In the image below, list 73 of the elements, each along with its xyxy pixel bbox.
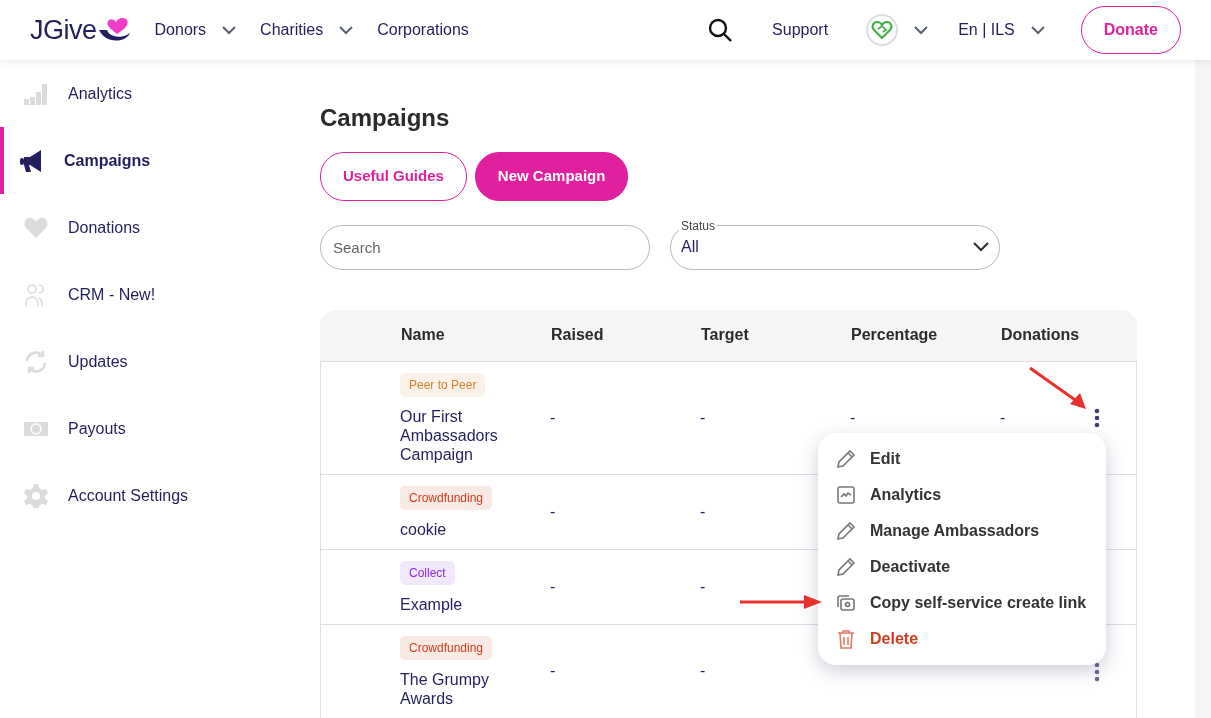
sidebar-label: Account Settings	[68, 485, 189, 506]
guides-button[interactable]: Useful Guides	[320, 152, 467, 201]
menu-item[interactable]: Delete	[818, 620, 1106, 657]
sidebar-label: Updates	[68, 351, 128, 372]
table-cell: -	[550, 408, 556, 426]
sidebar-label: Analytics	[68, 83, 133, 104]
chevron-down-icon	[339, 25, 354, 35]
page-title: Campaigns	[320, 103, 451, 133]
sidebar-label: Campaigns	[64, 150, 151, 171]
table-cell: -	[550, 577, 556, 595]
sidebar-label: CRM - New!	[68, 284, 156, 305]
gear-icon	[24, 483, 48, 508]
new-campaign-button[interactable]: New Campaign	[474, 152, 629, 201]
menu-item[interactable]: Deactivate	[818, 548, 1106, 585]
heart-icon	[24, 215, 48, 240]
column-header: Donations	[1001, 326, 1080, 343]
campaign-type-tag: Peer to Peer	[400, 372, 486, 397]
pencil-icon	[836, 448, 856, 469]
more-options-icon[interactable]	[1094, 408, 1100, 429]
menu-item[interactable]: Copy self-service create link	[818, 584, 1106, 621]
chevron-down-icon	[914, 25, 929, 35]
campaign-type-tag: Collect	[400, 560, 455, 585]
menu-item[interactable]: Analytics	[818, 476, 1106, 513]
sidebar-item[interactable]: Payouts	[0, 395, 260, 462]
search-icon[interactable]	[708, 18, 733, 42]
chart-icon	[836, 484, 856, 505]
donate-button[interactable]: Donate	[1080, 6, 1181, 54]
support-link[interactable]: Support	[772, 18, 829, 42]
language-currency-selector[interactable]: En | ILS	[958, 18, 1015, 42]
refresh-icon	[24, 349, 48, 374]
logo-text[interactable]: JGive	[30, 9, 97, 51]
campaign-name[interactable]: Our First Ambassadors Campaign	[400, 406, 520, 464]
campaign-name[interactable]: Example	[400, 594, 520, 614]
table-cell: -	[550, 662, 556, 679]
campaign-name[interactable]: The Grumpy Awards	[400, 669, 520, 708]
sidebar-item[interactable]: CRM - New!	[0, 261, 260, 328]
column-header: Raised	[551, 326, 604, 343]
sidebar-item[interactable]: Analytics	[0, 60, 260, 127]
table-cell: -	[550, 502, 556, 520]
nav-menu-link[interactable]: Corporations	[377, 18, 469, 42]
chevron-down-icon	[1030, 25, 1045, 35]
sidebar-label: Payouts	[68, 418, 126, 439]
table-cell: -	[700, 408, 706, 426]
menu-item[interactable]: Edit	[818, 440, 1106, 477]
column-header: Name	[401, 326, 445, 343]
sidebar-label: Donations	[68, 217, 141, 238]
menu-item[interactable]: Manage Ambassadors	[818, 512, 1106, 549]
trash-icon	[836, 628, 856, 649]
bar-chart-icon	[24, 81, 48, 106]
column-header: Target	[701, 326, 749, 343]
sidebar-item[interactable]: Updates	[0, 328, 260, 395]
table-cell: -	[700, 502, 706, 520]
campaign-type-tag: Crowdfunding	[400, 485, 493, 510]
pencil-icon	[836, 556, 856, 577]
pencil-icon	[836, 520, 856, 541]
sidebar-item[interactable]: Campaigns	[0, 127, 260, 194]
table-cell: -	[700, 577, 706, 595]
chevron-down-icon	[973, 242, 989, 252]
copy-link-icon	[836, 592, 856, 613]
campaign-type-tag: Crowdfunding	[400, 635, 493, 660]
table-cell: -	[850, 408, 856, 426]
nav-menu-link[interactable]: Donors	[154, 18, 237, 42]
nav-menu-link[interactable]: Charities	[260, 18, 354, 42]
table-cell: -	[700, 662, 706, 679]
chevron-down-icon	[222, 25, 237, 35]
sidebar-item[interactable]: Donations	[0, 194, 260, 261]
sidebar-item[interactable]: Account Settings	[0, 462, 260, 529]
megaphone-icon	[20, 148, 44, 173]
campaign-name[interactable]: cookie	[400, 519, 520, 539]
table-cell: -	[1000, 408, 1006, 426]
more-options-icon[interactable]	[1094, 661, 1100, 682]
column-header: Percentage	[851, 326, 938, 343]
search-field[interactable]: Search	[320, 224, 650, 270]
